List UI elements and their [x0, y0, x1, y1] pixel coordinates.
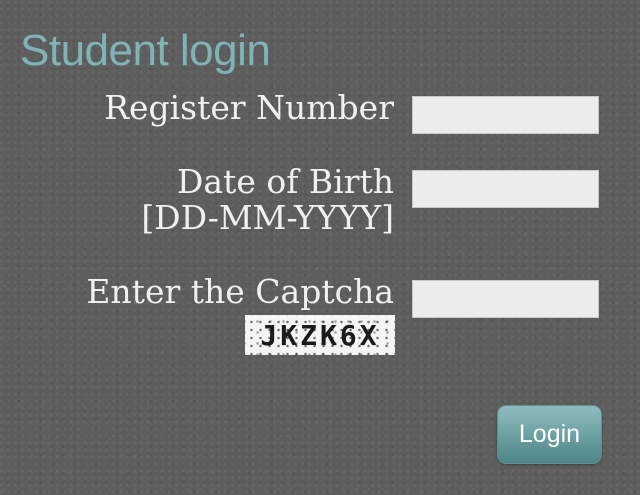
page-title: Student login: [20, 26, 271, 75]
date-of-birth-label-line1: Date of Birth: [176, 162, 394, 201]
captcha-input[interactable]: [412, 280, 599, 318]
register-number-input[interactable]: [412, 96, 599, 134]
login-button[interactable]: Login: [497, 405, 602, 464]
captcha-text: JKZK6X: [260, 318, 380, 352]
register-number-label: Register Number: [104, 88, 394, 127]
captcha-label: Enter the Captcha: [86, 272, 394, 311]
captcha-image: JKZK6X: [245, 315, 395, 355]
date-of-birth-input[interactable]: [412, 170, 599, 208]
date-of-birth-format-label: [DD-MM-YYYY]: [141, 198, 394, 237]
date-of-birth-label: Date of Birth [DD-MM-YYYY]: [141, 164, 394, 236]
